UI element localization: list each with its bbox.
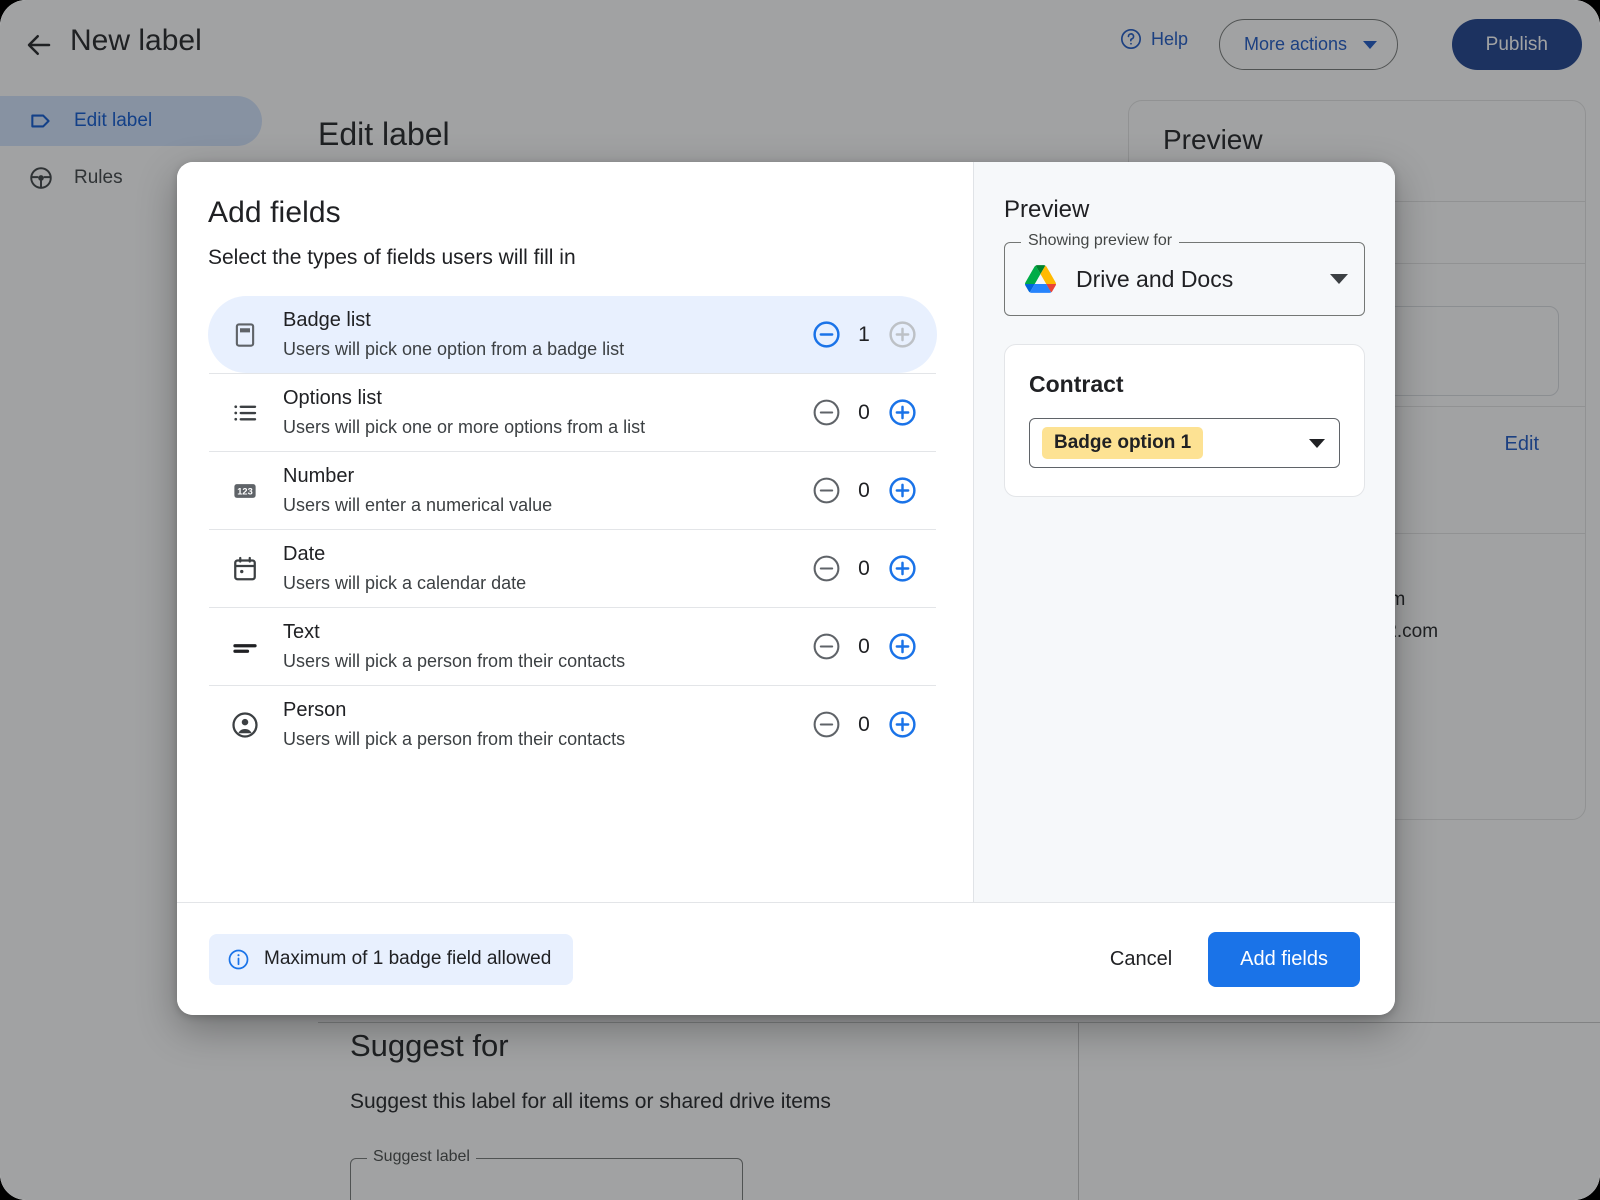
add-fields-dialog: Add fields Select the types of fields us…	[177, 162, 1395, 1015]
field-count: 0	[858, 400, 870, 424]
decrement-button[interactable]	[809, 708, 843, 742]
preview-label-title: Contract	[1029, 371, 1124, 397]
increment-button[interactable]	[885, 318, 919, 352]
field-stepper: 0	[809, 474, 919, 508]
text-lines-icon	[227, 629, 263, 665]
preview-badge-select[interactable]: Badge option 1	[1029, 418, 1340, 468]
dialog-left-pane: Add fields Select the types of fields us…	[177, 162, 973, 902]
number-123-icon: 123	[227, 473, 263, 509]
field-stepper: 0	[809, 630, 919, 664]
field-title: Badge list	[283, 308, 371, 331]
field-title: Number	[283, 464, 355, 487]
calendar-icon	[227, 551, 263, 587]
field-row-texts: Options list Users will pick one or more…	[283, 385, 809, 440]
max-badge-info-text: Maximum of 1 badge field allowed	[264, 948, 552, 969]
field-description: Users will pick a person from their cont…	[283, 728, 626, 749]
dialog-preview-pane: Preview Showing preview for Drive and Do…	[973, 162, 1395, 902]
chevron-down-icon	[1330, 274, 1348, 284]
field-stepper: 1	[809, 318, 919, 352]
field-row-text[interactable]: Text Users will pick a person from their…	[208, 608, 937, 685]
dialog-title: Add fields	[208, 196, 341, 229]
preview-heading: Preview	[1004, 196, 1090, 223]
options-list-icon	[227, 395, 263, 431]
field-row-date[interactable]: Date Users will pick a calendar date 0	[208, 530, 937, 607]
preview-target-value: Drive and Docs	[1076, 265, 1234, 292]
screen-root: New label Help More actions Publish Edit…	[0, 0, 1600, 1200]
preview-label-card: Contract Badge option 1	[1004, 344, 1365, 497]
decrement-button[interactable]	[809, 396, 843, 430]
field-type-list: Badge list Users will pick one option fr…	[208, 296, 937, 763]
cancel-button[interactable]: Cancel	[1088, 936, 1194, 983]
field-title: Date	[283, 542, 326, 565]
increment-button[interactable]	[885, 630, 919, 664]
field-description: Users will enter a numerical value	[283, 494, 553, 515]
preview-target-select[interactable]: Showing preview for Drive and Docs	[1004, 232, 1365, 316]
field-description: Users will pick one or more options from…	[283, 416, 646, 437]
svg-text:123: 123	[237, 486, 252, 496]
field-count: 0	[858, 556, 870, 580]
increment-button[interactable]	[885, 396, 919, 430]
badge-icon	[227, 317, 263, 353]
field-row-options-list[interactable]: Options list Users will pick one or more…	[208, 374, 937, 451]
field-row-texts: Date Users will pick a calendar date	[283, 541, 809, 596]
field-stepper: 0	[809, 552, 919, 586]
chevron-down-icon	[1309, 438, 1325, 448]
field-row-texts: Badge list Users will pick one option fr…	[283, 307, 809, 362]
decrement-button[interactable]	[809, 318, 843, 352]
add-fields-button[interactable]: Add fields	[1208, 931, 1360, 987]
field-count: 1	[858, 322, 870, 346]
field-row-number[interactable]: 123 Number Users will enter a numerical …	[208, 452, 937, 529]
field-title: Options list	[283, 386, 382, 409]
dialog-body: Add fields Select the types of fields us…	[177, 162, 1395, 902]
field-row-texts: Person Users will pick a person from the…	[283, 697, 809, 752]
field-row-texts: Number Users will enter a numerical valu…	[283, 463, 809, 518]
google-drive-icon	[1025, 265, 1056, 293]
field-description: Users will pick one option from a badge …	[283, 338, 625, 359]
preview-target-select-legend: Showing preview for	[1021, 232, 1180, 250]
field-title: Text	[283, 620, 320, 643]
field-title: Person	[283, 698, 347, 721]
dialog-subtitle: Select the types of fields users will fi…	[208, 246, 576, 269]
increment-button[interactable]	[885, 474, 919, 508]
field-row-badge-list[interactable]: Badge list Users will pick one option fr…	[208, 296, 937, 373]
increment-button[interactable]	[885, 708, 919, 742]
max-badge-info-chip: Maximum of 1 badge field allowed	[209, 933, 574, 985]
person-icon	[227, 707, 263, 743]
field-count: 0	[858, 478, 870, 502]
info-circle-icon	[228, 949, 249, 969]
preview-badge-value: Badge option 1	[1042, 427, 1204, 459]
dialog-footer: Maximum of 1 badge field allowed Cancel …	[177, 902, 1395, 1015]
field-row-person[interactable]: Person Users will pick a person from the…	[208, 686, 937, 763]
field-row-texts: Text Users will pick a person from their…	[283, 619, 809, 674]
field-count: 0	[858, 634, 870, 658]
field-description: Users will pick a person from their cont…	[283, 650, 626, 671]
decrement-button[interactable]	[809, 474, 843, 508]
field-stepper: 0	[809, 708, 919, 742]
field-stepper: 0	[809, 396, 919, 430]
field-description: Users will pick a calendar date	[283, 572, 527, 593]
decrement-button[interactable]	[809, 630, 843, 664]
increment-button[interactable]	[885, 552, 919, 586]
decrement-button[interactable]	[809, 552, 843, 586]
field-count: 0	[858, 712, 870, 736]
